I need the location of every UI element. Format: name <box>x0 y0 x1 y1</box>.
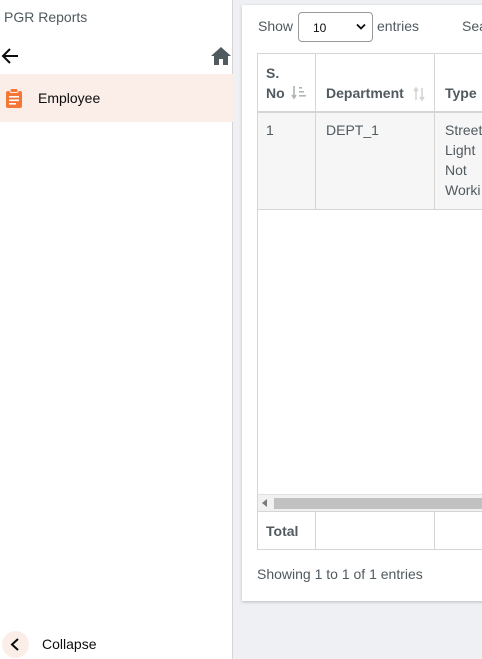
entries-select[interactable]: 10 <box>298 12 373 42</box>
sidebar-item-label: Employee <box>38 90 101 106</box>
column-divider <box>434 512 435 549</box>
column-header-type[interactable]: Type <box>445 83 477 103</box>
cell-sno: 1 <box>266 122 274 138</box>
scroll-left-icon[interactable] <box>262 499 268 507</box>
home-button[interactable] <box>210 45 232 67</box>
search-label: Sea <box>462 18 482 34</box>
sort-icon[interactable] <box>411 86 427 102</box>
sidebar-item-employee[interactable]: Employee <box>0 74 233 122</box>
footer-total-label: Total <box>266 523 299 539</box>
horizontal-scrollbar[interactable] <box>258 494 482 511</box>
report-table: S. No Department Type 1 DEPT_1 Street Li… <box>257 53 482 550</box>
sort-ascending-icon[interactable] <box>291 84 307 100</box>
show-label: Show <box>258 18 294 34</box>
collapse-button[interactable]: Collapse <box>0 630 233 659</box>
table-header-row: S. No Department Type <box>258 54 482 113</box>
cell-department: DEPT_1 <box>326 122 379 138</box>
collapse-label: Collapse <box>42 636 97 652</box>
arrow-left-icon <box>1 48 18 64</box>
clipboard-icon <box>6 88 22 108</box>
report-card: Show 10 entries Sea S. No Department Typ… <box>242 5 482 601</box>
entries-select-value: 10 <box>313 21 327 35</box>
scrollbar-thumb[interactable] <box>274 498 482 509</box>
column-header-department[interactable]: Department <box>326 83 404 103</box>
chevron-down-icon <box>356 23 366 30</box>
table-info: Showing 1 to 1 of 1 entries <box>257 566 423 582</box>
column-divider <box>315 512 316 549</box>
back-button[interactable] <box>0 45 22 67</box>
cell-type: Street Light Not Worki <box>445 122 482 198</box>
collapse-icon-wrap <box>2 631 29 658</box>
column-divider <box>434 54 435 210</box>
home-icon <box>211 47 231 65</box>
column-divider <box>315 54 316 210</box>
sidebar-title: PGR Reports <box>4 9 88 25</box>
chevron-left-icon <box>10 638 19 651</box>
entries-label: entries <box>377 18 420 34</box>
sidebar: PGR Reports Employee Collapse <box>0 0 233 659</box>
table-footer-row: Total <box>258 511 482 549</box>
table-row: 1 DEPT_1 Street Light Not Worki <box>258 113 482 210</box>
